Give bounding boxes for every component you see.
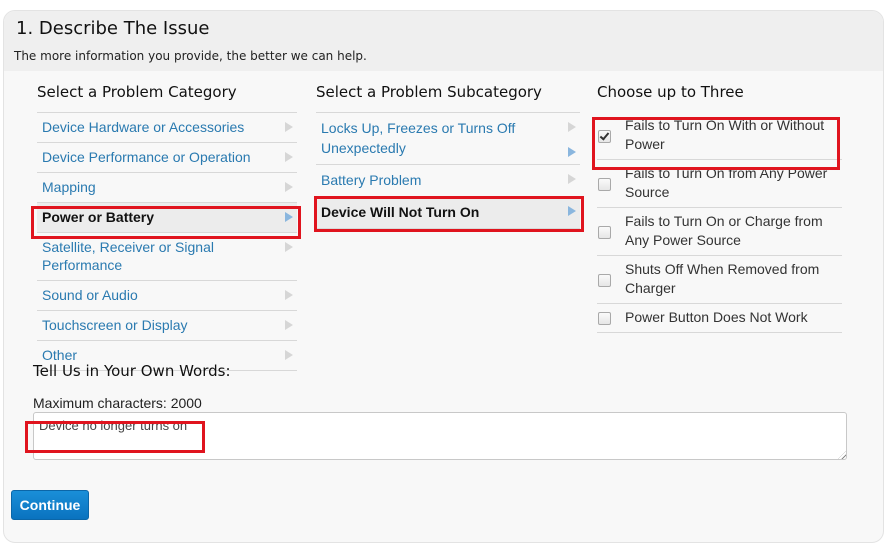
- category-label: Touchscreen or Display: [42, 317, 188, 333]
- choice-label: Power Button Does Not Work: [625, 309, 808, 325]
- category-label: Device Hardware or Accessories: [42, 119, 245, 135]
- category-item[interactable]: Mapping: [37, 173, 297, 203]
- category-column: Select a Problem Category Device Hardwar…: [37, 80, 297, 371]
- max-characters-label: Maximum characters: 2000: [33, 395, 202, 411]
- choices-column: Choose up to Three Fails to Turn On With…: [597, 80, 842, 333]
- category-label: Sound or Audio: [42, 287, 138, 303]
- category-label: Satellite, Receiver or Signal Performanc…: [42, 239, 214, 273]
- choice-label: Fails to Turn On or Charge from Any Powe…: [625, 213, 823, 248]
- chevron-right-icon: [568, 147, 576, 157]
- choices-list: Fails to Turn On With or Without Power F…: [597, 112, 842, 333]
- choice-label: Fails to Turn On from Any Power Source: [625, 165, 828, 200]
- subcategory-label: Locks Up, Freezes or Turns Off Unexpecte…: [321, 120, 516, 156]
- choice-item[interactable]: Fails to Turn On from Any Power Source: [597, 160, 842, 208]
- chevron-right-icon: [285, 242, 293, 252]
- choice-item[interactable]: Power Button Does Not Work: [597, 304, 842, 333]
- choice-label: Fails to Turn On With or Without Power: [625, 117, 825, 152]
- page-title: 1. Describe The Issue: [16, 18, 210, 39]
- category-item[interactable]: Satellite, Receiver or Signal Performanc…: [37, 233, 297, 281]
- panel-header: 1. Describe The Issue The more informati…: [4, 11, 883, 71]
- chevron-right-icon: [285, 212, 293, 222]
- subcategory-column: Select a Problem Subcategory Locks Up, F…: [316, 80, 580, 229]
- category-label: Power or Battery: [42, 209, 155, 225]
- chevron-right-icon: [285, 152, 293, 162]
- choice-label: Shuts Off When Removed from Charger: [625, 261, 820, 296]
- chevron-right-icon: [568, 174, 576, 184]
- chevron-right-icon: [285, 122, 293, 132]
- checkbox[interactable]: [598, 312, 611, 325]
- choice-item[interactable]: Fails to Turn On With or Without Power: [597, 112, 842, 160]
- category-item[interactable]: Touchscreen or Display: [37, 311, 297, 341]
- subcategory-label: Battery Problem: [321, 172, 422, 188]
- chevron-right-icon: [568, 206, 576, 216]
- checkbox-checked[interactable]: [598, 129, 611, 143]
- chevron-right-icon: [285, 320, 293, 330]
- continue-button[interactable]: Continue: [11, 490, 89, 520]
- own-words-heading: Tell Us in Your Own Words:: [33, 362, 231, 380]
- checkbox[interactable]: [598, 177, 611, 191]
- chevron-right-icon: [285, 350, 293, 360]
- category-heading: Select a Problem Category: [37, 83, 237, 101]
- chevron-right-icon: [568, 122, 576, 132]
- subcategory-item[interactable]: Battery Problem: [316, 165, 580, 197]
- chevron-right-icon: [285, 290, 293, 300]
- subcategory-heading: Select a Problem Subcategory: [316, 83, 542, 101]
- choice-item[interactable]: Fails to Turn On or Charge from Any Powe…: [597, 208, 842, 256]
- subcategory-list: Locks Up, Freezes or Turns Off Unexpecte…: [316, 112, 580, 229]
- category-item-selected[interactable]: Power or Battery: [37, 203, 297, 233]
- subcategory-label: Device Will Not Turn On: [321, 204, 480, 220]
- chevron-right-icon: [285, 182, 293, 192]
- category-label: Device Performance or Operation: [42, 149, 251, 165]
- subcategory-item-selected[interactable]: Device Will Not Turn On: [316, 197, 580, 229]
- category-item[interactable]: Device Performance or Operation: [37, 143, 297, 173]
- checkbox[interactable]: [598, 225, 611, 239]
- description-textarea[interactable]: [33, 412, 847, 460]
- category-item[interactable]: Sound or Audio: [37, 281, 297, 311]
- category-list: Device Hardware or Accessories Device Pe…: [37, 112, 297, 371]
- category-label: Other: [42, 347, 78, 363]
- checkbox[interactable]: [598, 273, 611, 287]
- category-label: Mapping: [42, 179, 96, 195]
- page-subtitle: The more information you provide, the be…: [14, 49, 367, 63]
- choice-item[interactable]: Shuts Off When Removed from Charger: [597, 256, 842, 304]
- choices-heading: Choose up to Three: [597, 83, 744, 101]
- category-item[interactable]: Device Hardware or Accessories: [37, 113, 297, 143]
- subcategory-item[interactable]: Locks Up, Freezes or Turns Off Unexpecte…: [316, 113, 580, 165]
